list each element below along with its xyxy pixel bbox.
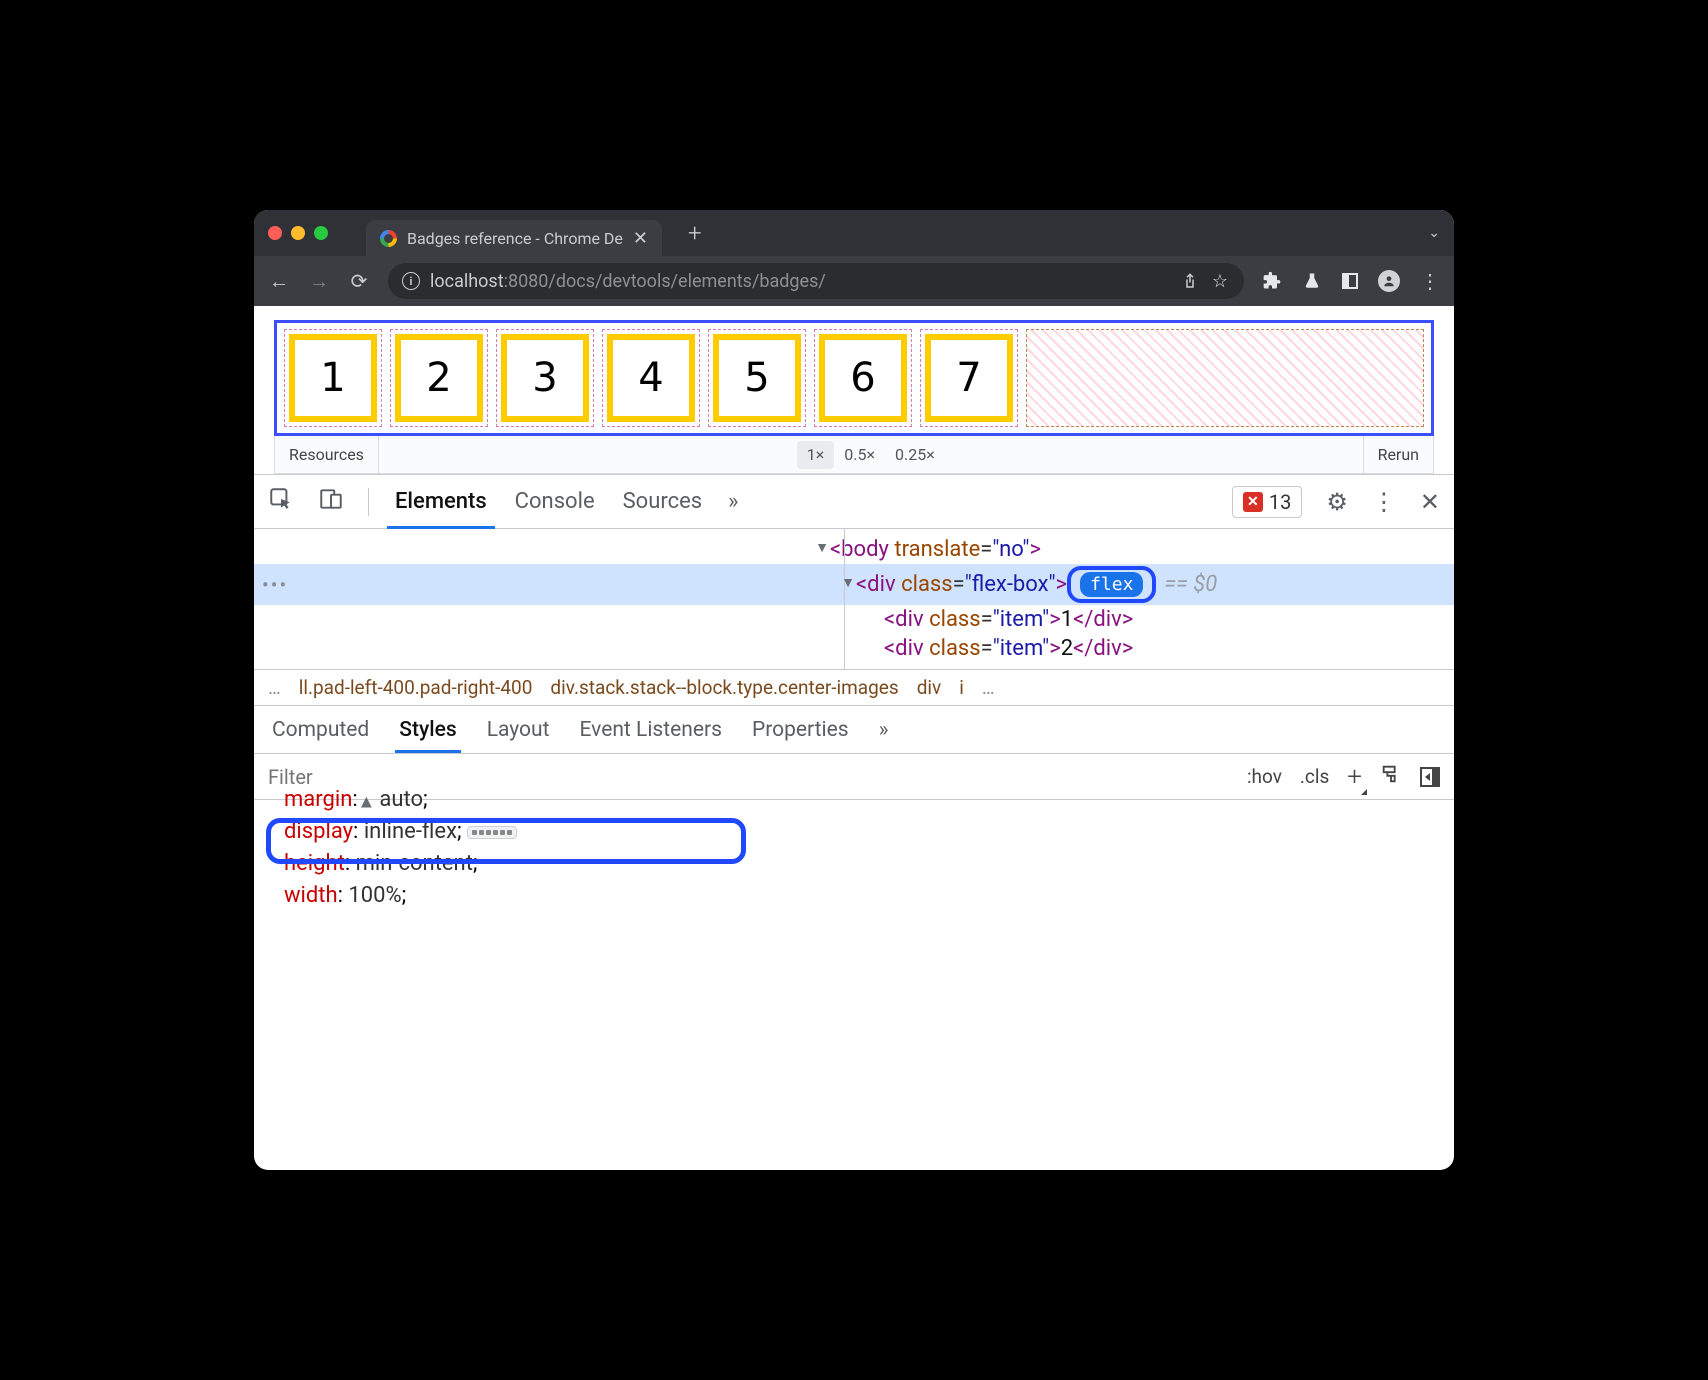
page-content: 1 2 3 4 5 6 7 Resources 1× 0.5× 0.25× Re… <box>254 306 1454 474</box>
subtab-styles[interactable]: Styles <box>399 718 456 742</box>
reload-button[interactable]: ⟳ <box>348 269 370 293</box>
rerun-button[interactable]: Rerun <box>1363 436 1433 473</box>
back-button[interactable]: ← <box>268 269 290 294</box>
inspect-element-icon[interactable] <box>268 486 294 518</box>
close-window-button[interactable] <box>268 226 282 240</box>
more-tabs-chevron-icon[interactable]: » <box>728 489 738 514</box>
subtab-properties[interactable]: Properties <box>752 718 849 742</box>
error-x-icon: ✕ <box>1243 492 1263 512</box>
crumb-ellipsis[interactable]: … <box>982 676 995 699</box>
close-devtools-icon[interactable]: ✕ <box>1420 488 1440 516</box>
bookmark-star-icon[interactable]: ☆ <box>1210 271 1230 291</box>
crumb-item[interactable]: ll.pad-left-400.pad-right-400 <box>299 676 533 699</box>
browser-window: Badges reference - Chrome De ✕ + ⌄ ← → ⟳… <box>254 210 1454 1170</box>
styles-subtabs: Computed Styles Layout Event Listeners P… <box>254 706 1454 754</box>
dom-node-body[interactable]: ▼<body translate="no"> <box>254 535 1454 564</box>
error-count: 13 <box>1269 490 1291 514</box>
dom-node-flex-box[interactable]: ••• ▼<div class="flex-box"> flex == $0 <box>254 564 1454 605</box>
css-declaration[interactable]: width: 100%; <box>284 880 1436 912</box>
crumb-item[interactable]: div.stack.stack--block.type.center-image… <box>550 676 898 699</box>
dom-breadcrumbs[interactable]: … ll.pad-left-400.pad-right-400 div.stac… <box>254 669 1454 706</box>
new-tab-button[interactable]: + <box>688 219 702 247</box>
maximize-window-button[interactable] <box>314 226 328 240</box>
chrome-favicon-icon <box>380 230 397 247</box>
window-controls <box>268 226 328 240</box>
flex-container-overlay[interactable]: 1 2 3 4 5 6 7 <box>274 320 1434 436</box>
css-declaration[interactable]: margin: ▶ auto; <box>284 784 1436 816</box>
flex-item[interactable]: 6 <box>814 329 912 427</box>
tab-title: Badges reference - Chrome De <box>407 229 623 248</box>
subtab-event-listeners[interactable]: Event Listeners <box>579 718 721 742</box>
settings-gear-icon[interactable]: ⚙ <box>1326 488 1348 516</box>
crumb-ellipsis[interactable]: … <box>268 676 281 699</box>
share-icon[interactable] <box>1180 271 1200 291</box>
devtools-panel: Elements Console Sources » ✕ 13 ⚙ ⋮ ✕ ▼<… <box>254 474 1454 1100</box>
devtools-toolbar: Elements Console Sources » ✕ 13 ⚙ ⋮ ✕ <box>254 475 1454 529</box>
url-text: localhost:8080/docs/devtools/elements/ba… <box>430 271 826 292</box>
profile-avatar-icon[interactable] <box>1378 270 1400 292</box>
side-panel-icon[interactable] <box>1342 273 1358 289</box>
flex-item[interactable]: 2 <box>390 329 488 427</box>
display-property-highlight <box>266 818 746 864</box>
address-bar[interactable]: i localhost:8080/docs/devtools/elements/… <box>388 263 1244 299</box>
more-subtabs-chevron-icon[interactable]: » <box>879 718 889 742</box>
selected-node-indicator: == $0 <box>1164 572 1217 597</box>
flex-item[interactable]: 7 <box>920 329 1018 427</box>
flex-badge[interactable]: flex <box>1080 572 1143 597</box>
dom-node-item-2[interactable]: <div class="item">2</div> <box>254 634 1454 663</box>
browser-tab[interactable]: Badges reference - Chrome De ✕ <box>366 220 662 256</box>
flex-free-space-overlay <box>1026 329 1424 427</box>
flex-item[interactable]: 1 <box>284 329 382 427</box>
extensions-puzzle-icon[interactable] <box>1262 271 1282 291</box>
demo-footer: Resources 1× 0.5× 0.25× Rerun <box>274 436 1434 474</box>
title-bar: Badges reference - Chrome De ✕ + ⌄ <box>254 210 1454 256</box>
tab-list-chevron-icon[interactable]: ⌄ <box>1428 225 1440 241</box>
zoom-0-25x[interactable]: 0.25× <box>885 441 945 469</box>
zoom-0-5x[interactable]: 0.5× <box>834 441 885 469</box>
toolbar: ← → ⟳ i localhost:8080/docs/devtools/ele… <box>254 256 1454 306</box>
device-toolbar-icon[interactable] <box>318 486 344 518</box>
zoom-1x[interactable]: 1× <box>797 441 835 469</box>
resources-tab[interactable]: Resources <box>275 436 379 473</box>
crumb-item[interactable]: div <box>917 676 942 699</box>
labs-flask-icon[interactable] <box>1302 271 1322 291</box>
dom-node-item-1[interactable]: <div class="item">1</div> <box>254 605 1454 634</box>
dom-tree[interactable]: ▼<body translate="no"> ••• ▼<div class="… <box>254 529 1454 669</box>
error-count-button[interactable]: ✕ 13 <box>1232 486 1302 518</box>
site-info-icon[interactable]: i <box>402 272 420 290</box>
flex-item[interactable]: 5 <box>708 329 806 427</box>
crumb-item[interactable]: i <box>959 676 964 699</box>
minimize-window-button[interactable] <box>291 226 305 240</box>
flex-badge-highlight: flex <box>1067 566 1156 603</box>
tab-sources[interactable]: Sources <box>621 475 705 528</box>
subtab-layout[interactable]: Layout <box>487 718 550 742</box>
flex-item[interactable]: 3 <box>496 329 594 427</box>
chrome-menu-icon[interactable]: ⋮ <box>1420 269 1440 293</box>
css-rules[interactable]: margin: ▶ auto; display: inline-flex; he… <box>254 800 1454 922</box>
flex-item[interactable]: 4 <box>602 329 700 427</box>
subtab-computed[interactable]: Computed <box>272 718 369 742</box>
forward-button[interactable]: → <box>308 269 330 294</box>
devtools-menu-icon[interactable]: ⋮ <box>1372 488 1396 516</box>
close-tab-icon[interactable]: ✕ <box>633 228 648 249</box>
tab-console[interactable]: Console <box>513 475 597 528</box>
expand-siblings-icon[interactable]: ••• <box>262 573 288 597</box>
tab-elements[interactable]: Elements <box>393 475 489 528</box>
